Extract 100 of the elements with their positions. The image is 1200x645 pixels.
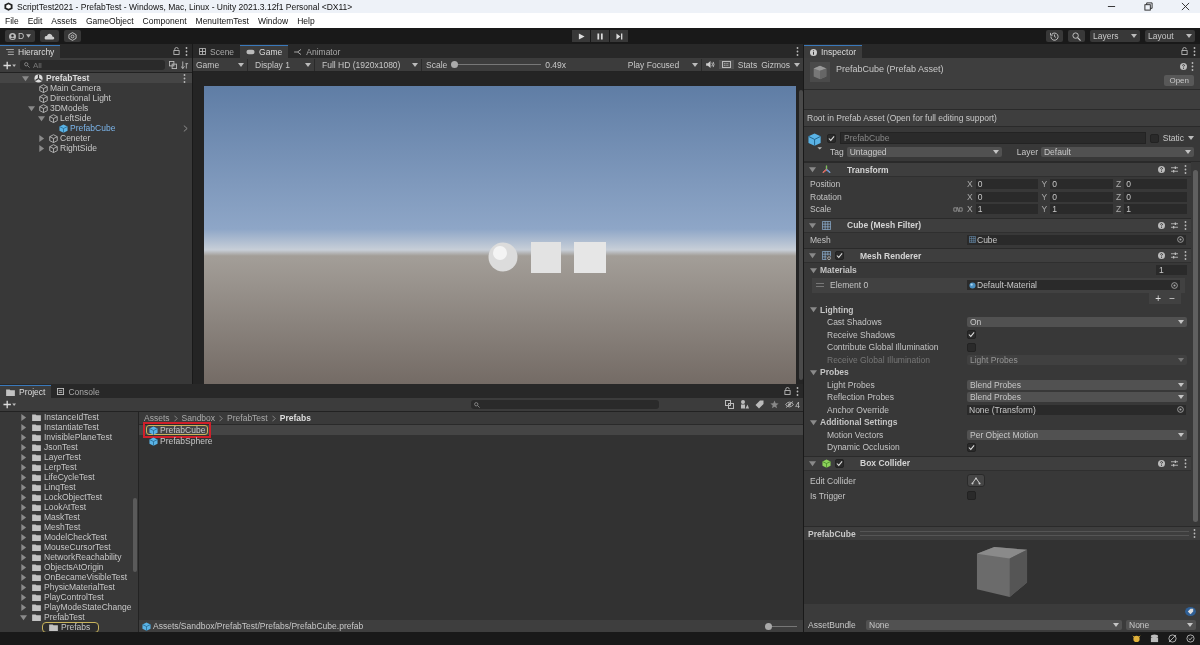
- folder-item[interactable]: NetworkReachability: [30, 552, 124, 562]
- slider-thumb[interactable]: [765, 622, 772, 630]
- folder-item[interactable]: InstantiateTest: [30, 422, 101, 432]
- add-icon[interactable]: [3, 400, 16, 409]
- foldout-arrow-icon[interactable]: [810, 266, 817, 274]
- more-options-icon[interactable]: [796, 386, 799, 396]
- folder-item[interactable]: InstanceIdTest: [30, 412, 101, 422]
- lock-icon[interactable]: [784, 387, 791, 395]
- foldout-arrow-icon[interactable]: [20, 423, 27, 431]
- scrollbar[interactable]: [1193, 170, 1198, 522]
- asset-row[interactable]: PrefabCube: [139, 425, 803, 435]
- foldout-arrow-icon[interactable]: [20, 503, 27, 511]
- foldout-arrow-icon[interactable]: [20, 573, 27, 581]
- panel-tab[interactable]: Console: [51, 385, 106, 398]
- folder-item[interactable]: JsonTest: [30, 442, 80, 452]
- object-picker-icon[interactable]: [1171, 281, 1178, 289]
- search-field[interactable]: [471, 400, 660, 409]
- layers-dropdown[interactable]: Layers: [1090, 30, 1140, 42]
- play-focused-dropdown[interactable]: Play Focused: [624, 58, 702, 71]
- folder-item[interactable]: MaskTest: [30, 512, 82, 522]
- chain-link-icon[interactable]: [953, 205, 963, 213]
- folder-item[interactable]: LinqTest: [30, 482, 78, 492]
- keyboard-toggle[interactable]: [718, 60, 734, 69]
- hierarchy-item[interactable]: Main Camera: [50, 83, 102, 93]
- sliders-icon[interactable]: [1171, 166, 1178, 173]
- hierarchy-tab[interactable]: Hierarchy: [0, 45, 61, 58]
- foldout-arrow-icon[interactable]: [20, 583, 27, 591]
- foldout-arrow-icon[interactable]: [20, 473, 27, 481]
- list-button[interactable]: +: [1152, 292, 1165, 304]
- checkbox[interactable]: [835, 251, 844, 260]
- more-options-icon[interactable]: [796, 46, 799, 56]
- network-icon[interactable]: [1168, 634, 1177, 643]
- hierarchy-item[interactable]: 3DModels: [50, 103, 89, 113]
- number-field[interactable]: 0: [1124, 179, 1187, 190]
- menu-item[interactable]: GameObject: [85, 15, 134, 26]
- number-field[interactable]: 0: [1050, 179, 1113, 190]
- help-icon[interactable]: [1180, 63, 1187, 70]
- foldout-arrow-icon[interactable]: [20, 553, 27, 561]
- folder-item[interactable]: LifeCycleTest: [30, 472, 97, 482]
- view-tab[interactable]: Game: [240, 45, 289, 58]
- dropdown[interactable]: On: [967, 317, 1187, 328]
- slider-thumb[interactable]: [451, 60, 459, 68]
- foldout-arrow-icon[interactable]: [809, 166, 816, 173]
- scene-view-icon[interactable]: [725, 400, 735, 409]
- layout-dropdown[interactable]: Layout: [1145, 30, 1195, 42]
- restore-icon[interactable]: [1144, 2, 1153, 11]
- folder-item[interactable]: LockObjectTest: [30, 492, 105, 502]
- foldout-arrow-icon[interactable]: [20, 443, 27, 451]
- speaker-icon[interactable]: [705, 61, 715, 68]
- number-field[interactable]: 1: [975, 204, 1039, 215]
- number-field[interactable]: 1: [1124, 204, 1187, 215]
- hierarchy-item[interactable]: Directional Light: [50, 93, 111, 103]
- gizmos-button[interactable]: Gizmos: [761, 59, 790, 70]
- resolution-dropdown[interactable]: Full HD (1920x1080): [319, 58, 422, 71]
- inspector-tab[interactable]: Inspector: [804, 45, 862, 58]
- panel-tab[interactable]: Project: [0, 385, 52, 398]
- hierarchy-item[interactable]: RightSide: [60, 143, 97, 153]
- play-button[interactable]: [572, 30, 590, 42]
- scrollbar[interactable]: [133, 498, 137, 572]
- caret-icon[interactable]: [1188, 136, 1194, 140]
- checkbox[interactable]: [967, 330, 976, 340]
- dropdown[interactable]: Blend Probes: [967, 379, 1187, 390]
- folder-item[interactable]: PlayControlTest: [30, 592, 106, 602]
- checkbox[interactable]: [827, 133, 836, 143]
- number-field[interactable]: 0: [975, 191, 1039, 202]
- sort-icon[interactable]: [181, 61, 189, 69]
- star-icon[interactable]: [770, 400, 780, 409]
- foldout-arrow-icon[interactable]: [28, 104, 35, 112]
- foldout-arrow-icon[interactable]: [810, 306, 817, 314]
- foldout-arrow-icon[interactable]: [38, 114, 45, 122]
- tag-dropdown[interactable]: Untagged: [846, 147, 1002, 157]
- drag-handle-icon[interactable]: [816, 283, 824, 287]
- more-options-icon[interactable]: [1184, 458, 1187, 468]
- lock-icon[interactable]: [1181, 47, 1188, 55]
- check-circle-icon[interactable]: [1186, 634, 1195, 643]
- collab-button[interactable]: [64, 30, 82, 42]
- object-picker-icon[interactable]: [1177, 236, 1184, 244]
- sliders-icon[interactable]: [1171, 252, 1178, 259]
- step-button[interactable]: [610, 30, 628, 42]
- foldout-arrow-icon[interactable]: [38, 134, 45, 142]
- breadcrumb-item[interactable]: Sandbox: [181, 413, 216, 423]
- folder-item[interactable]: PlayModeStateChange: [30, 602, 134, 612]
- foldout-arrow-icon[interactable]: [20, 433, 27, 441]
- folder-item[interactable]: MeshTest: [30, 522, 83, 532]
- foldout-arrow-icon[interactable]: [20, 493, 27, 501]
- sliders-icon[interactable]: [1171, 221, 1178, 229]
- cache-icon[interactable]: [1150, 634, 1159, 643]
- breadcrumb-item[interactable]: PrefabTest: [227, 413, 268, 423]
- folder-item[interactable]: OnBecameVisibleTest: [30, 572, 129, 582]
- foldout-arrow-icon[interactable]: [20, 463, 27, 471]
- folder-item[interactable]: ObjectsAtOrigin: [30, 562, 106, 572]
- foldout-arrow-icon[interactable]: [22, 74, 29, 82]
- object-field[interactable]: Cube: [967, 234, 1186, 245]
- foldout-arrow-icon[interactable]: [20, 413, 27, 421]
- folder-item[interactable]: LerpTest: [30, 462, 79, 472]
- breadcrumb-item[interactable]: Prefabs: [279, 413, 311, 423]
- component-header[interactable]: Cube (Mesh Filter): [804, 217, 1191, 233]
- help-icon[interactable]: [1158, 252, 1165, 259]
- number-field[interactable]: 0: [1050, 191, 1113, 202]
- foldout-arrow-icon[interactable]: [20, 543, 27, 551]
